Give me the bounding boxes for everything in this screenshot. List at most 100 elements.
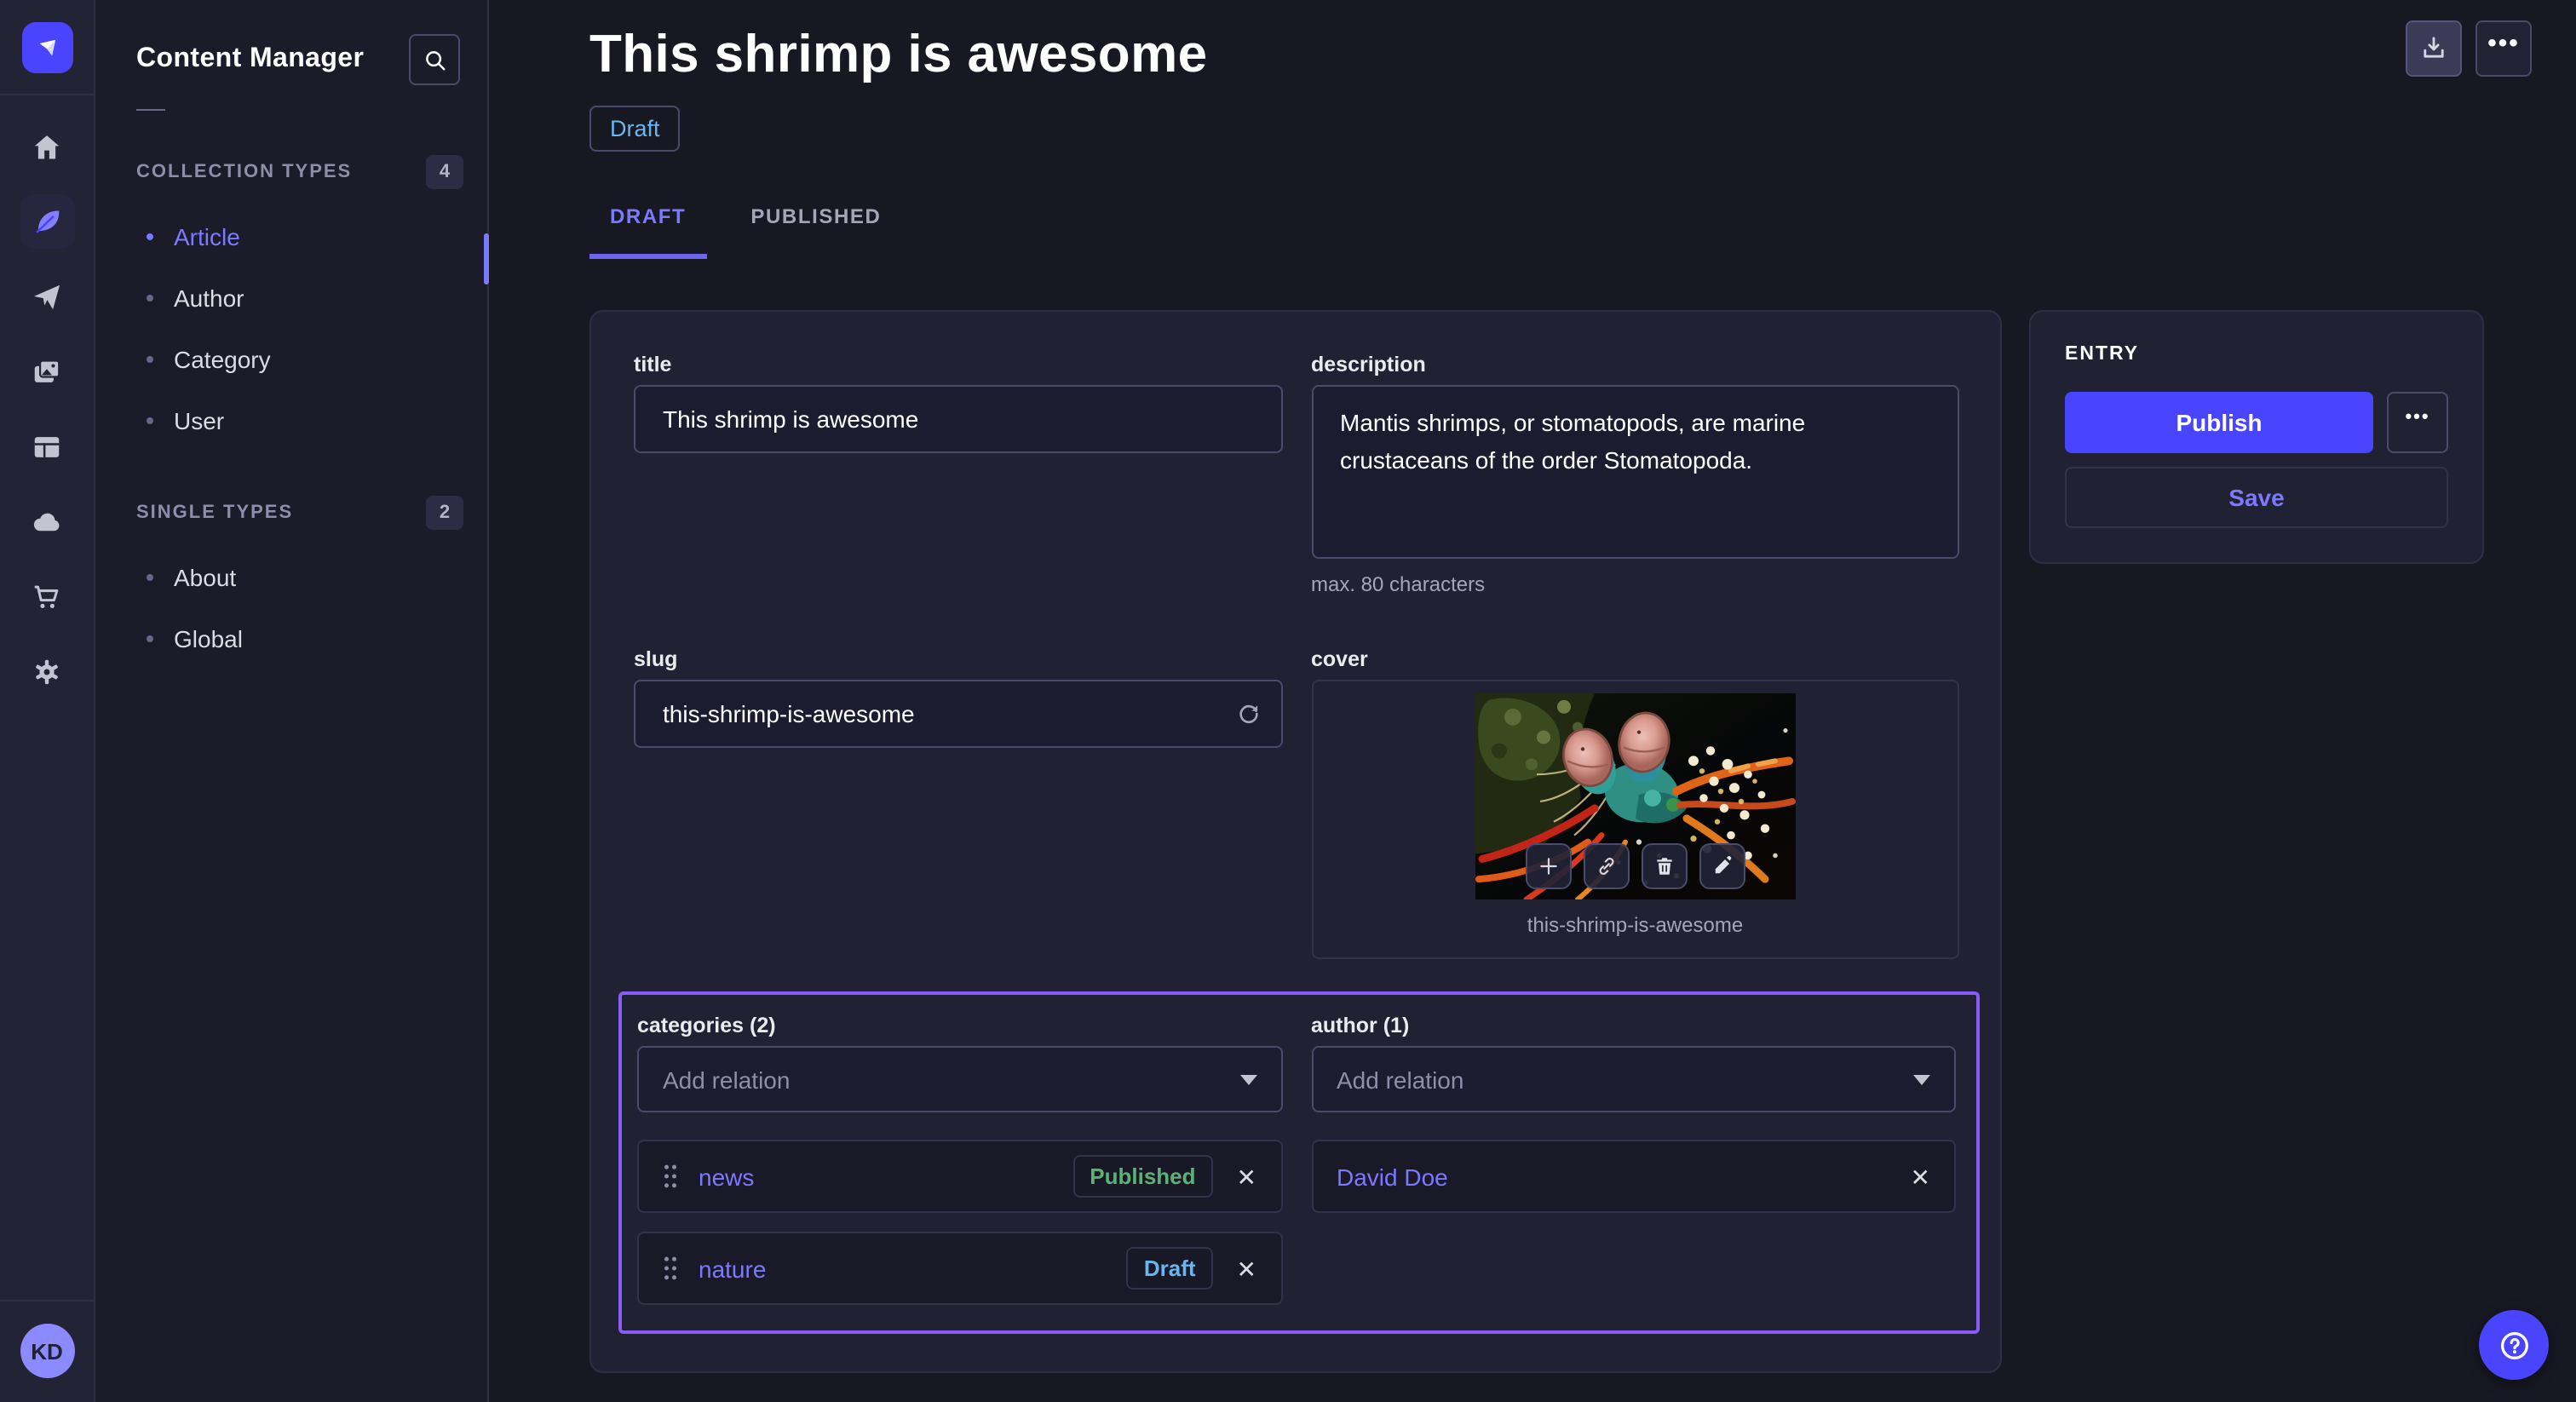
relation-status-badge: Draft [1127, 1247, 1213, 1290]
nav-content-type-builder[interactable] [20, 419, 74, 474]
download-icon [2419, 34, 2448, 63]
sidebar-item-label: Global [174, 625, 243, 652]
cover-toolbar [1526, 843, 1745, 889]
cloud-icon [31, 505, 63, 537]
nav-settings[interactable] [20, 644, 74, 698]
bullet-icon [147, 295, 153, 302]
sidebar-item-label: Article [174, 223, 240, 250]
user-avatar[interactable]: KD [20, 1324, 74, 1378]
media-library-images-icon [31, 355, 63, 388]
description-helper-text: max. 80 characters [1311, 572, 1959, 596]
tab-draft[interactable]: DRAFT [589, 194, 706, 259]
sidebar-item-author[interactable]: Author [95, 267, 487, 329]
header-more-button[interactable]: ••• [2475, 20, 2532, 77]
cover-media-card: this-shrimp-is-awesome [1311, 680, 1959, 959]
nav-media-library[interactable] [20, 344, 74, 399]
settings-gear-icon [31, 655, 63, 687]
cover-edit-button[interactable] [1699, 843, 1745, 889]
tab-published[interactable]: PUBLISHED [730, 194, 901, 259]
publish-button[interactable]: Publish [2065, 392, 2373, 453]
sidebar-item-user[interactable]: User [95, 390, 487, 451]
relations-highlight-box: categories (2) Add relation news Publ [618, 991, 1980, 1334]
header-actions: ••• [2406, 20, 2532, 77]
slug-input[interactable] [634, 680, 1282, 748]
chevron-down-icon [1239, 1074, 1256, 1084]
app-root: KD Content Manager COLLECTION TYPES 4 Ar… [0, 0, 2576, 1402]
remove-relation-icon[interactable]: ✕ [1237, 1256, 1256, 1280]
bullet-icon [147, 635, 153, 642]
relation-status-badge: Published [1072, 1155, 1212, 1198]
drag-handle-icon[interactable] [663, 1164, 678, 1189]
nav-marketplace[interactable] [20, 569, 74, 623]
status-badge: Draft [589, 106, 681, 152]
strapi-logo[interactable] [21, 22, 72, 73]
bullet-icon [147, 417, 153, 424]
more-icon: ••• [2405, 417, 2429, 428]
entry-more-button[interactable]: ••• [2387, 392, 2448, 453]
content-type-builder-layout-icon [31, 430, 63, 463]
author-add-relation-select[interactable]: Add relation [1311, 1046, 1956, 1112]
sidebar-item-article[interactable]: Article [95, 206, 487, 267]
entry-panel-title: ENTRY [2065, 344, 2448, 365]
content-manager-sidebar: Content Manager COLLECTION TYPES 4 Artic… [95, 0, 489, 1402]
edit-icon [1711, 855, 1734, 877]
nav-content-manager[interactable] [20, 194, 74, 249]
description-field-label: description [1311, 353, 1959, 376]
delete-icon [1653, 855, 1676, 877]
relation-row-david-doe: David Doe ✕ [1311, 1140, 1956, 1213]
sidebar-item-about[interactable]: About [95, 547, 487, 608]
collection-types-list: Article Author Category User [95, 206, 487, 451]
author-placeholder: Add relation [1337, 1066, 1463, 1093]
nav-cloud[interactable] [20, 494, 74, 549]
link-icon [1596, 855, 1618, 877]
search-button[interactable] [409, 34, 460, 85]
main-nav-rail: KD [0, 0, 95, 1402]
categories-field-label: categories (2) [637, 1014, 1282, 1037]
main-content: ••• This shrimp is awesome Draft DRAFT P… [489, 0, 2576, 1402]
refresh-icon [1234, 700, 1262, 727]
edit-form-panel: title description Mantis shrimps, or sto… [589, 310, 2002, 1373]
sidebar-item-category[interactable]: Category [95, 329, 487, 390]
title-input[interactable] [634, 385, 1282, 453]
collection-types-heading: COLLECTION TYPES [136, 162, 352, 182]
drag-handle-icon[interactable] [663, 1255, 678, 1281]
remove-relation-icon[interactable]: ✕ [1911, 1164, 1930, 1188]
releases-paper-plane-icon [31, 280, 63, 313]
categories-add-relation-select[interactable]: Add relation [637, 1046, 1282, 1112]
cover-filename: this-shrimp-is-awesome [1527, 913, 1743, 937]
relation-link-david-doe[interactable]: David Doe [1337, 1163, 1448, 1190]
cover-delete-button[interactable] [1642, 843, 1688, 889]
sidebar-divider [136, 109, 165, 111]
more-icon: ••• [2487, 43, 2520, 54]
cover-add-button[interactable] [1526, 843, 1572, 889]
rail-bottom: KD [0, 1300, 94, 1402]
bullet-icon [147, 356, 153, 363]
title-field-label: title [634, 353, 1282, 376]
description-textarea[interactable]: Mantis shrimps, or stomatopods, are mari… [1311, 385, 1959, 559]
version-tabs: DRAFT PUBLISHED [589, 194, 2576, 259]
nav-home[interactable] [20, 119, 74, 174]
entry-panel: ENTRY Publish ••• Save [2029, 310, 2484, 564]
single-types-count-badge: 2 [426, 496, 463, 530]
export-button[interactable] [2406, 20, 2462, 77]
relation-link-nature[interactable]: nature [699, 1255, 766, 1282]
content-feather-icon [31, 205, 63, 238]
remove-relation-icon[interactable]: ✕ [1237, 1164, 1256, 1188]
page-title: This shrimp is awesome [589, 24, 2576, 85]
add-icon [1538, 855, 1560, 877]
sidebar-title: Content Manager [136, 44, 364, 75]
help-button[interactable] [2479, 1310, 2549, 1380]
sidebar-item-label: About [174, 564, 236, 591]
categories-placeholder: Add relation [663, 1066, 790, 1093]
sidebar-item-label: User [174, 407, 224, 434]
regenerate-slug-button[interactable] [1234, 700, 1262, 727]
cover-copy-link-button[interactable] [1584, 843, 1630, 889]
nav-releases[interactable] [20, 269, 74, 324]
bullet-icon [147, 574, 153, 581]
sidebar-item-global[interactable]: Global [95, 608, 487, 669]
relation-link-news[interactable]: news [699, 1163, 754, 1190]
collection-types-count-badge: 4 [426, 155, 463, 189]
save-button[interactable]: Save [2065, 467, 2448, 528]
single-types-list: About Global [95, 547, 487, 669]
search-icon [422, 47, 447, 72]
